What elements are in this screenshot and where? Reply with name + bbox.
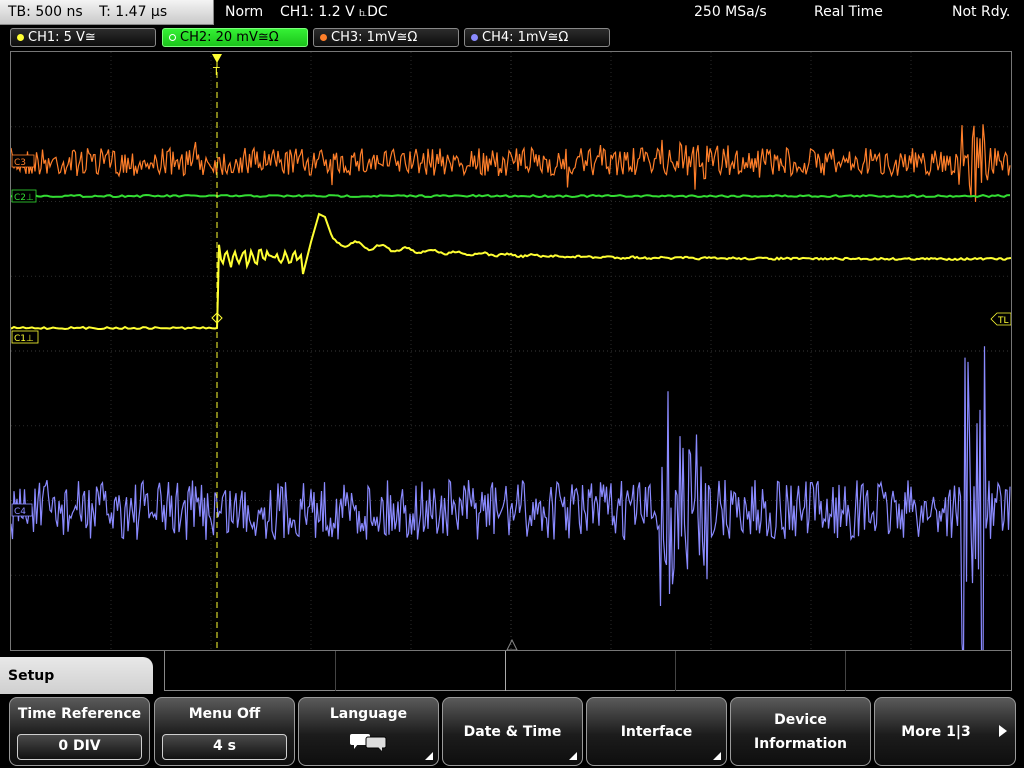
channel-tab-label: CH2: 20 mV≅Ω (180, 30, 279, 45)
time-reference-value: 0 DIV (17, 734, 142, 760)
button-label: Interface (620, 723, 693, 740)
ch1-offset-marker[interactable]: C1⊥ (11, 330, 39, 344)
svg-text:C4: C4 (14, 507, 26, 517)
button-label-line1: Device (774, 711, 827, 728)
menu-title-setup: Setup (0, 657, 153, 695)
interface-button[interactable]: Interface (586, 697, 727, 766)
channel-tab-ch1[interactable]: CH1: 5 V≅ (10, 28, 156, 47)
strip-divider (335, 651, 336, 691)
date-time-button[interactable]: Date & Time (442, 697, 583, 766)
ch4-offset-marker[interactable]: C4 (11, 503, 33, 517)
trigger-position-marker[interactable]: T (212, 54, 222, 78)
svg-text:C1⊥: C1⊥ (14, 334, 34, 344)
channel-dot-icon (320, 34, 327, 41)
ch3-offset-marker[interactable]: C3 (11, 154, 35, 168)
submenu-corner-icon (569, 752, 577, 760)
trigger-level-marker[interactable]: TL (990, 312, 1011, 326)
time-reference-button[interactable]: Time Reference 0 DIV (9, 697, 150, 766)
button-label: Language (329, 706, 408, 722)
device-information-button[interactable]: Device Information (730, 697, 871, 766)
waveform-svg: T C3 C2⊥ C1⊥ C4 TL (11, 52, 1011, 650)
trigger-info[interactable]: CH1: 1.2 V ⦜DC (280, 0, 388, 25)
channel-tab-label: CH3: 1mV≅Ω (331, 30, 418, 45)
trace-ch3 (11, 124, 1011, 203)
trace-ch1 (11, 212, 1011, 331)
graticule-grid (11, 52, 1011, 650)
menu-off-value: 4 s (162, 734, 287, 760)
channel-tab-ch3[interactable]: CH3: 1mV≅Ω (313, 28, 459, 47)
svg-text:C2⊥: C2⊥ (14, 193, 34, 203)
trigger-time-value: T: 1.47 µs (99, 4, 168, 20)
speech-bubble-icon (350, 734, 387, 751)
channel-tab-ch4[interactable]: CH4: 1mV≅Ω (464, 28, 610, 47)
acquisition-mode: Real Time (814, 4, 883, 20)
channel-tab-ch2[interactable]: CH2: 20 mV≅Ω (162, 28, 308, 47)
zoom-overview-strip (164, 651, 1012, 691)
channel-tab-label: CH1: 5 V≅ (28, 30, 96, 45)
status-bar: TB: 500 ns T: 1.47 µs Norm CH1: 1.2 V ⦜D… (0, 0, 1024, 26)
timebase-box[interactable]: TB: 500 ns T: 1.47 µs (0, 0, 214, 25)
trace-ch2 (11, 193, 1011, 199)
trigger-position-label: T (212, 65, 220, 78)
channel-dot-icon (17, 34, 24, 41)
channel-tab-label: CH4: 1mV≅Ω (482, 30, 569, 45)
channel-dot-icon (471, 34, 478, 41)
submenu-corner-icon (713, 752, 721, 760)
button-label: Time Reference (17, 706, 142, 722)
button-label: More 1|3 (901, 723, 971, 740)
svg-text:C3: C3 (14, 158, 26, 168)
waveform-display[interactable]: T C3 C2⊥ C1⊥ C4 TL (10, 51, 1012, 651)
button-label: Menu Off (188, 706, 261, 722)
menu-off-button[interactable]: Menu Off 4 s (154, 697, 295, 766)
trigger-mode[interactable]: Norm (225, 0, 263, 25)
menu-title: Setup (8, 668, 55, 684)
center-marker-icon (506, 638, 518, 650)
ch2-offset-marker[interactable]: C2⊥ (11, 189, 37, 203)
svg-text:TL: TL (997, 316, 1009, 326)
run-status: Not Rdy. (952, 4, 1011, 20)
button-label-line2: Information (754, 735, 847, 752)
submenu-corner-icon (425, 752, 433, 760)
language-button[interactable]: Language (298, 697, 439, 766)
strip-divider (845, 651, 846, 691)
next-page-arrow-icon (999, 725, 1007, 737)
more-button[interactable]: More 1|3 (874, 697, 1016, 766)
sample-rate: 250 MSa/s (694, 4, 767, 20)
strip-divider (675, 651, 676, 691)
timebase-value: TB: 500 ns (8, 4, 83, 20)
strip-divider (505, 651, 506, 691)
channel-dot-icon (169, 34, 176, 41)
button-label: Date & Time (463, 723, 562, 740)
